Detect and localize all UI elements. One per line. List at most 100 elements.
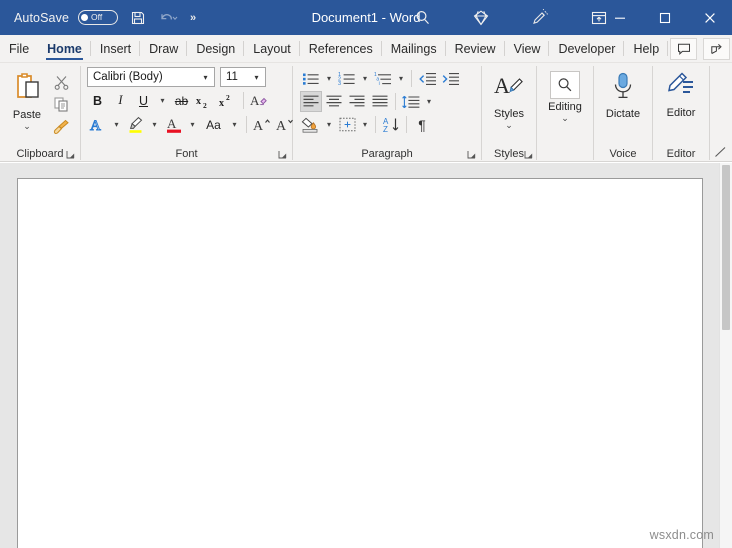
ribbon-group-font: Calibri (Body) ▾ 11 ▾ B I U ▾ ab x2 x 2 … [81,63,293,162]
bold-icon[interactable]: B [87,90,108,111]
paste-clipboard-icon [12,71,43,107]
tab-insert[interactable]: Insert [91,35,141,62]
italic-icon[interactable]: I [110,90,131,111]
maximize-button[interactable] [642,0,687,35]
underline-chevron-down-icon[interactable]: ▾ [156,90,169,111]
bullet-list-icon[interactable] [300,68,322,89]
text-effects-chevron-down-icon[interactable]: ▾ [110,114,123,135]
change-case-chevron-down-icon[interactable]: ▾ [228,114,241,135]
autosave-toggle[interactable]: Off [78,10,119,25]
underline-icon[interactable]: U [133,90,154,111]
text-effects-icon[interactable]: A [87,114,108,135]
editing-button[interactable]: Editing ⌄ [539,67,591,123]
editing-dropdown-chevron-icon[interactable]: ⌄ [561,114,569,123]
numbered-list-icon[interactable]: 123 [336,68,358,89]
paragraph-dialog-launcher[interactable] [466,149,477,160]
close-button[interactable] [687,0,732,35]
paste-dropdown-chevron-icon[interactable]: ⌄ [23,122,31,131]
copy-icon[interactable] [50,94,72,114]
dictate-button[interactable]: Dictate [596,67,650,120]
clipboard-dialog-launcher[interactable] [65,149,76,160]
search-icon[interactable] [414,9,432,27]
clear-formatting-icon[interactable]: A [249,90,270,111]
borders-icon[interactable] [336,114,358,135]
group-label-clipboard: Clipboard [0,145,80,162]
tab-developer[interactable]: Developer [549,35,625,62]
line-spacing-chevron-down-icon[interactable]: ▾ [423,91,435,112]
ribbon: Paste ⌄ Clipboard Calibri (Body) ▾ 11 ▾ … [0,63,732,162]
more-chevrons-icon[interactable]: » [188,12,197,24]
svg-text:x: x [219,98,224,109]
tab-help[interactable]: Help [624,35,668,62]
group-label-editor: Editor [653,145,709,162]
tab-view[interactable]: View [505,35,550,62]
tab-layout[interactable]: Layout [244,35,300,62]
shading-fill-icon[interactable] [300,114,322,135]
comment-icon[interactable] [670,37,698,60]
tab-draw[interactable]: Draw [140,35,188,62]
styles-button[interactable]: A Styles ⌄ [486,67,532,130]
font-name-chevron-down-icon[interactable]: ▾ [199,73,212,82]
undo-icon[interactable] [159,11,179,25]
ribbon-tab-strip: File Home Insert Draw Design Layout Refe… [0,35,732,63]
minimize-button[interactable] [597,0,642,35]
svg-text:A: A [167,116,177,131]
highlight-chevron-down-icon[interactable]: ▾ [148,114,161,135]
scrollbar-thumb[interactable] [722,165,730,330]
font-name-combobox[interactable]: Calibri (Body) ▾ [87,67,215,87]
sort-az-icon[interactable]: AZ [380,114,402,135]
superscript-icon[interactable]: x2 [217,90,238,111]
tab-mailings[interactable]: Mailings [382,35,446,62]
format-painter-brush-icon[interactable] [50,116,72,136]
tab-view-label: View [513,41,541,56]
scissors-cut-icon[interactable] [50,72,72,92]
save-icon[interactable] [130,10,146,26]
tab-design[interactable]: Design [187,35,245,62]
tab-home[interactable]: Home [38,35,91,62]
multilevel-chevron-down-icon[interactable]: ▾ [395,68,407,89]
paragraph-shading-row: ▾ ▾ AZ ¶ [300,114,433,135]
line-spacing-icon[interactable] [400,91,422,112]
font-size-chevron-down-icon[interactable]: ▾ [250,73,263,82]
share-icon[interactable] [703,37,731,60]
vertical-scrollbar[interactable] [719,163,732,548]
tab-home-label: Home [47,41,82,56]
pen-icon[interactable] [530,8,550,27]
styles-dialog-launcher[interactable] [523,149,534,160]
multilevel-list-icon[interactable]: 1ai [372,68,394,89]
subscript-icon[interactable]: x2 [194,90,215,111]
grow-font-icon[interactable]: A [252,114,273,135]
numbering-chevron-down-icon[interactable]: ▾ [359,68,371,89]
diamond-icon[interactable] [472,9,490,27]
change-case-icon[interactable]: Aa [201,114,226,135]
italic-label: I [118,93,123,107]
strikethrough-icon[interactable]: ab [171,90,192,111]
styles-pen-icon: A [493,71,525,106]
clipboard-small-buttons [50,67,72,136]
font-size-combobox[interactable]: 11 ▾ [220,67,266,87]
shading-chevron-down-icon[interactable]: ▾ [323,114,335,135]
paste-button[interactable]: Paste ⌄ [4,67,50,131]
font-color-icon[interactable]: A [163,114,184,135]
document-page[interactable] [17,178,703,548]
editor-button[interactable]: Editor [655,67,707,119]
justify-icon[interactable] [369,91,391,112]
decrease-indent-icon[interactable] [416,68,438,89]
align-right-icon[interactable] [346,91,368,112]
font-name-value: Calibri (Body) [93,71,163,83]
bullets-chevron-down-icon[interactable]: ▾ [323,68,335,89]
align-center-icon[interactable] [323,91,345,112]
group-label-clipboard-text: Clipboard [16,147,64,160]
tab-file[interactable]: File [0,35,38,62]
collapse-ribbon-chevron-icon[interactable] [712,144,730,160]
paragraph-marks-icon[interactable]: ¶ [411,114,433,135]
tab-references[interactable]: References [300,35,382,62]
styles-dropdown-chevron-icon[interactable]: ⌄ [505,121,513,130]
font-dialog-launcher[interactable] [277,149,288,160]
align-left-icon[interactable] [300,91,322,112]
tab-review[interactable]: Review [446,35,505,62]
font-color-chevron-down-icon[interactable]: ▾ [186,114,199,135]
borders-chevron-down-icon[interactable]: ▾ [359,114,371,135]
text-highlight-color-icon[interactable] [125,114,146,135]
increase-indent-icon[interactable] [439,68,461,89]
